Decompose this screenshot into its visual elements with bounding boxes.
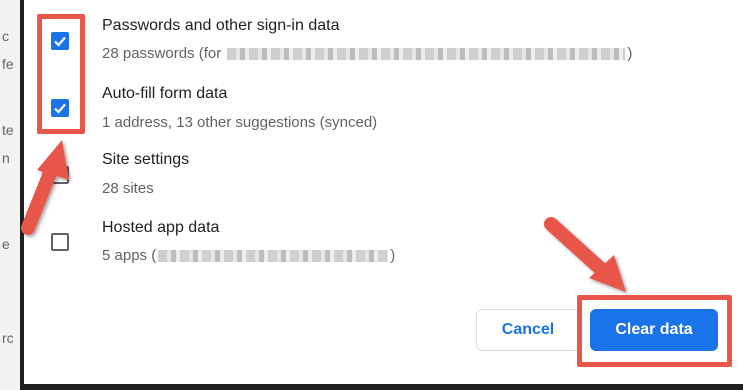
background-text-fragment: e: [2, 236, 10, 252]
background-text-fragment: c: [2, 28, 9, 44]
background-page: c fe te n e rc: [0, 0, 20, 390]
arrow-up-icon: [21, 140, 69, 235]
background-text-fragment: rc: [2, 330, 14, 346]
clear-browsing-data-dialog: Passwords and other sign-in data 28 pass…: [21, 0, 743, 384]
dialog-edge-bottom: [20, 384, 743, 390]
arrow-down-right-icon: [544, 217, 626, 292]
screenshot-frame: c fe te n e rc Passwords and other sign-…: [0, 0, 743, 390]
background-text-fragment: te: [2, 122, 14, 138]
background-text-fragment: fe: [2, 56, 14, 72]
annotation-arrow: [21, 140, 626, 292]
background-text-fragment: n: [2, 150, 10, 166]
